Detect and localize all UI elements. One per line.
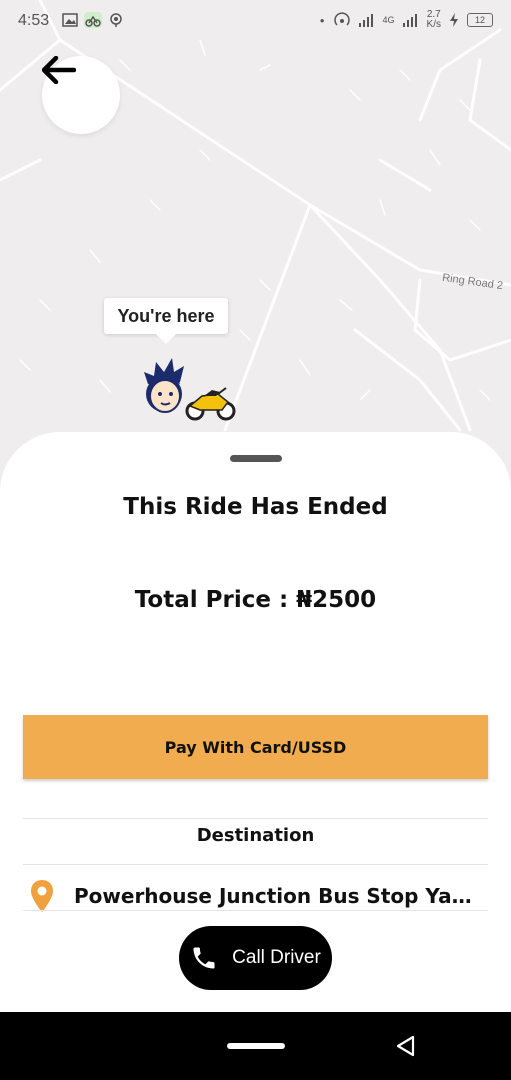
status-time: 4:53	[18, 12, 50, 29]
back-arrow-icon	[42, 56, 76, 84]
phone-icon	[193, 947, 215, 969]
motorbike-icon	[185, 387, 236, 421]
location-pin-icon	[31, 880, 53, 912]
divider-top	[23, 818, 488, 819]
gallery-icon	[62, 13, 78, 27]
divider-middle	[23, 864, 488, 865]
charging-icon	[450, 13, 458, 27]
hotspot-icon	[333, 12, 350, 26]
ride-ended-title: This Ride Has Ended	[123, 494, 388, 520]
network-speed: 2.7 K/s	[427, 10, 441, 30]
map-view[interactable]: Ring Road 2 You're here	[0, 0, 511, 470]
sheet-drag-handle[interactable]	[230, 455, 282, 462]
dot-indicator: ●	[319, 15, 325, 25]
destination-address: Powerhouse Junction Bus Stop Yaba, Lagos	[74, 884, 484, 908]
signal-icon-2	[402, 14, 417, 27]
destination-label: Destination	[196, 825, 315, 846]
location-notification-icon	[110, 13, 122, 27]
status-bar: 4:53 ● 4G 2.7 K/s 12	[0, 0, 511, 44]
divider-bottom	[23, 910, 488, 911]
system-nav-bar	[0, 1012, 511, 1080]
bike-notification-icon	[84, 12, 102, 28]
call-driver-label: Call Driver	[232, 947, 321, 968]
pay-with-card-button[interactable]: Pay With Card/USSD	[23, 715, 488, 779]
signal-icon	[358, 14, 373, 27]
location-tooltip: You're here	[104, 298, 228, 344]
back-button[interactable]	[42, 56, 120, 134]
call-driver-button[interactable]: Call Driver	[179, 926, 332, 990]
nav-back-icon[interactable]	[394, 1034, 418, 1058]
network-type: 4G	[382, 15, 395, 25]
battery-indicator: 12	[467, 13, 493, 27]
total-price: Total Price : ₦2500	[134, 587, 377, 613]
home-gesture-bar[interactable]	[227, 1043, 285, 1049]
driver-avatar-icon	[144, 358, 236, 421]
ride-summary-sheet: This Ride Has Ended Total Price : ₦2500 …	[0, 432, 511, 1012]
speed-unit: K/s	[426, 19, 441, 30]
